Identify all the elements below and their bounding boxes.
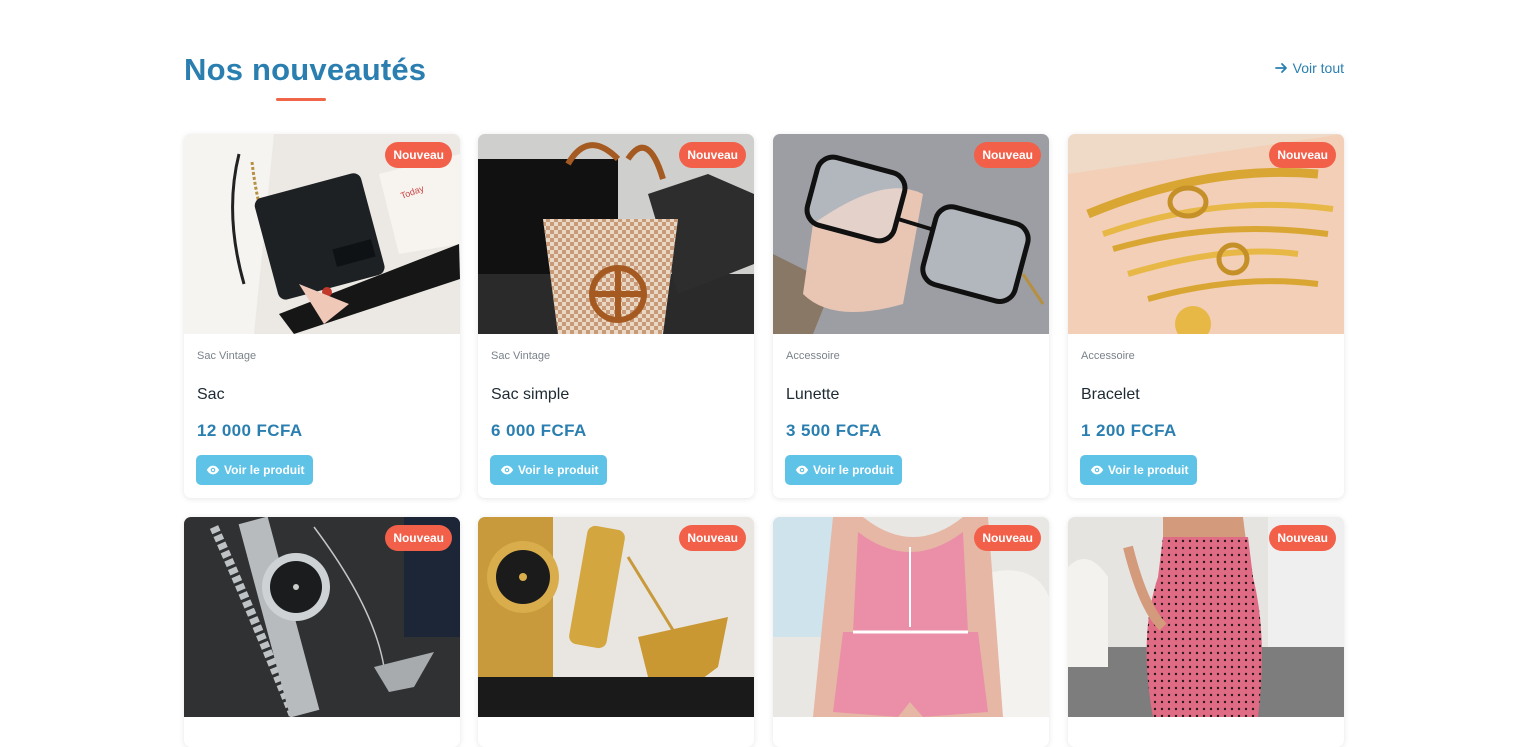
product-name: Sac simple xyxy=(491,386,570,403)
view-product-button[interactable]: Voir le produit xyxy=(196,455,314,485)
product-image[interactable]: Nouveau xyxy=(1068,134,1344,334)
arrow-right-icon xyxy=(1274,63,1287,73)
product-card[interactable]: Nouveau xyxy=(184,517,460,747)
view-product-label: Voir le produit xyxy=(518,463,599,477)
new-badge: Nouveau xyxy=(385,142,452,168)
section-title: Nos nouveautés xyxy=(184,52,427,87)
product-image[interactable]: Nouveau xyxy=(773,517,1049,717)
product-image[interactable]: Nouveau xyxy=(1068,517,1344,717)
new-badge: Nouveau xyxy=(1269,525,1336,551)
product-name: Lunette xyxy=(786,386,840,403)
view-product-label: Voir le produit xyxy=(224,463,305,477)
eye-icon xyxy=(500,465,514,475)
product-name: Bracelet xyxy=(1081,386,1140,403)
new-badge: Nouveau xyxy=(679,142,746,168)
product-image[interactable]: Nouveau xyxy=(773,134,1049,334)
product-card[interactable]: Nouveau xyxy=(1068,517,1344,747)
view-product-button[interactable]: Voir le produit xyxy=(490,455,608,485)
new-arrivals-section: Nos nouveautés Voir tout Today Nouveau S… xyxy=(184,0,1344,747)
product-card[interactable]: Nouveau Sac Vintage Sac simple 6 000 FCF… xyxy=(478,134,754,498)
see-all-label: Voir tout xyxy=(1292,60,1344,76)
view-product-button[interactable]: Voir le produit xyxy=(1080,455,1198,485)
product-price: 1 200 FCFA xyxy=(1081,421,1177,440)
see-all-link[interactable]: Voir tout xyxy=(1274,60,1344,76)
product-card[interactable]: Nouveau Accessoire Bracelet 1 200 FCFA V… xyxy=(1068,134,1344,498)
product-category: Sac Vintage xyxy=(197,350,257,362)
new-badge: Nouveau xyxy=(679,525,746,551)
eye-icon xyxy=(795,465,809,475)
product-price: 3 500 FCFA xyxy=(786,421,882,440)
product-image[interactable]: Nouveau xyxy=(478,134,754,334)
product-image[interactable]: Nouveau xyxy=(184,517,460,717)
product-price: 12 000 FCFA xyxy=(197,421,303,440)
view-product-button[interactable]: Voir le produit xyxy=(785,455,903,485)
product-image[interactable]: Nouveau xyxy=(478,517,754,717)
product-card[interactable]: Nouveau xyxy=(478,517,754,747)
product-card[interactable]: Nouveau Accessoire Lunette 3 500 FCFA Vo… xyxy=(773,134,1049,498)
product-card[interactable]: Today Nouveau Sac Vintage Sac 12 000 FCF… xyxy=(184,134,460,498)
title-underline xyxy=(276,98,326,101)
new-badge: Nouveau xyxy=(385,525,452,551)
new-badge: Nouveau xyxy=(974,142,1041,168)
new-badge: Nouveau xyxy=(1269,142,1336,168)
product-name: Sac xyxy=(197,386,225,403)
product-category: Accessoire xyxy=(786,350,840,362)
eye-icon xyxy=(1090,465,1104,475)
product-price: 6 000 FCFA xyxy=(491,421,587,440)
view-product-label: Voir le produit xyxy=(813,463,894,477)
view-product-label: Voir le produit xyxy=(1108,463,1189,477)
new-badge: Nouveau xyxy=(974,525,1041,551)
eye-icon xyxy=(206,465,220,475)
product-category: Sac Vintage xyxy=(491,350,551,362)
product-category: Accessoire xyxy=(1081,350,1135,362)
product-card[interactable]: Nouveau xyxy=(773,517,1049,747)
product-image[interactable]: Today Nouveau xyxy=(184,134,460,334)
